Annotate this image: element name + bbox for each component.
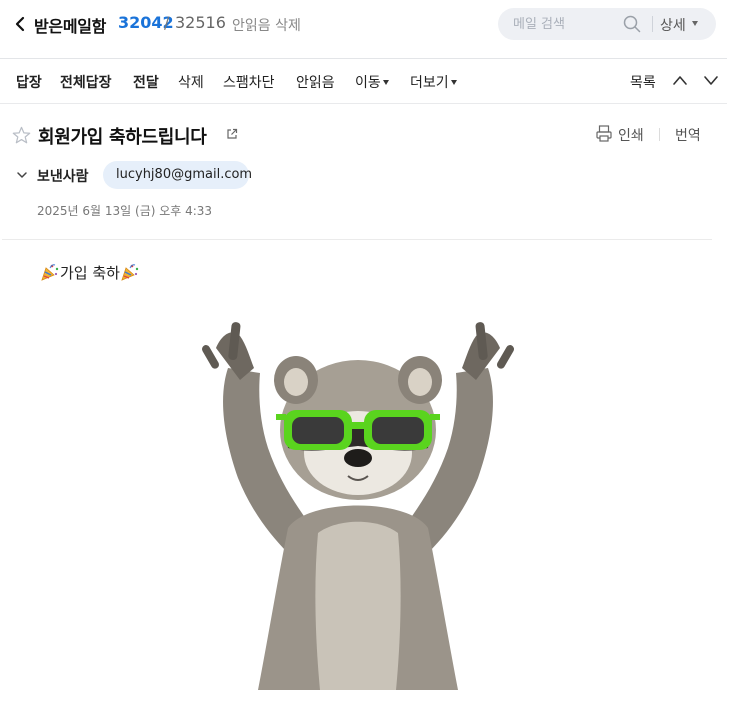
reply-button[interactable]: 답장 [16,72,42,92]
more-menu[interactable]: 더보기 [410,72,457,92]
print-label: 인쇄 [618,128,644,144]
mark-unread-button[interactable]: 안읽음 [296,72,335,92]
translate-button[interactable]: 번역 [675,125,701,145]
sender-label: 보낸사람 [37,169,89,185]
delete-unread-button[interactable]: 안읽음 삭제 [232,15,301,35]
star-icon[interactable] [12,126,31,145]
total-count: 32516 [175,13,226,32]
party-popper-icon [121,264,139,281]
search-icon[interactable] [623,15,641,33]
forward-button[interactable]: 전달 [133,72,159,92]
block-spam-button[interactable]: 스팸차단 [223,72,275,92]
move-label: 이동 [355,75,381,91]
divider [659,128,660,141]
move-menu[interactable]: 이동 [355,72,389,92]
caret-down-icon [382,80,389,85]
caret-down-icon [692,21,698,26]
popout-icon[interactable] [226,128,238,140]
count-separator: / [164,13,170,32]
delete-button[interactable]: 삭제 [178,72,204,92]
more-label: 더보기 [410,75,449,91]
mailbox-title[interactable]: 받은메일함 [34,13,106,37]
chevron-up-icon[interactable] [671,73,689,87]
chevron-left-icon[interactable] [12,14,30,34]
chevron-down-icon[interactable] [702,73,720,87]
mail-body-greeting: 가입 축하 [40,262,140,282]
divider [0,103,727,104]
mail-subject: 회원가입 축하드립니다 [38,127,207,148]
mail-header: 받은메일함 32042 / 32516 안읽음 삭제 상세 [0,0,733,50]
search-input[interactable] [513,14,623,34]
chevron-down-icon[interactable] [16,170,28,180]
sender-email: lucyhj80@gmail.com [116,167,253,182]
greeting-text: 가입 축하 [60,264,120,282]
search-box: 상세 [498,8,716,40]
list-button[interactable]: 목록 [630,72,656,92]
search-divider [652,16,653,32]
sender-chip[interactable]: lucyhj80@gmail.com [103,161,253,189]
caret-down-icon [450,80,457,85]
detail-search-button[interactable]: 상세 [660,15,686,35]
mail-date: 2025년 6월 13일 (금) 오후 4:33 [37,204,213,218]
party-popper-icon [41,264,59,281]
mail-toolbar: 답장 전체답장 전달 삭제 스팸차단 안읽음 이동 더보기 목록 [0,59,733,103]
raccoon-image [202,322,514,690]
reply-all-button[interactable]: 전체답장 [60,72,112,92]
divider [2,239,712,240]
printer-icon [596,125,612,142]
